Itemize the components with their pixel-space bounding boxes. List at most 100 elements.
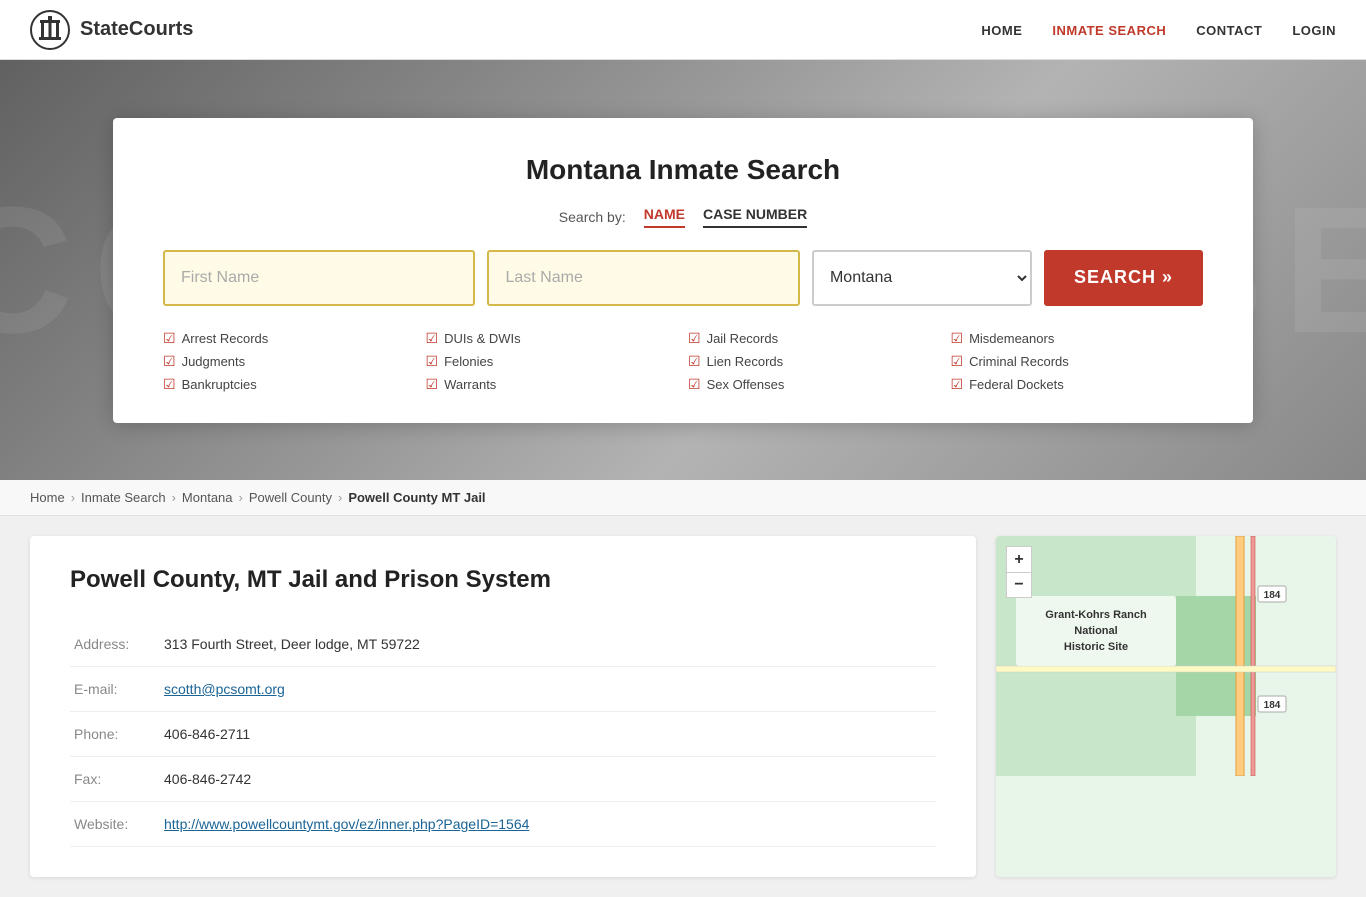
checkbox-lien-records: ☑ Lien Records — [688, 353, 941, 370]
breadcrumb-sep-4: › — [338, 490, 342, 505]
breadcrumb-montana[interactable]: Montana — [182, 490, 233, 505]
check-icon-sex-offenses: ☑ — [688, 376, 701, 393]
table-row-phone: Phone: 406-846-2711 — [70, 712, 936, 757]
checkbox-federal-dockets: ☑ Federal Dockets — [951, 376, 1204, 393]
label-website: Website: — [70, 802, 160, 847]
logo-text: StateCourts — [80, 18, 193, 41]
checkbox-label-jail: Jail Records — [707, 331, 779, 346]
check-icon-duis: ☑ — [426, 330, 439, 347]
search-by-row: Search by: NAME CASE NUMBER — [163, 206, 1203, 228]
checkbox-label-arrest: Arrest Records — [182, 331, 269, 346]
header: StateCourts HOME INMATE SEARCH CONTACT L… — [0, 0, 1366, 60]
checkbox-label-judgments: Judgments — [182, 354, 246, 369]
check-icon-misdemeanors: ☑ — [951, 330, 964, 347]
checkbox-label-felonies: Felonies — [444, 354, 493, 369]
search-card: Montana Inmate Search Search by: NAME CA… — [113, 118, 1253, 423]
map-controls: + − — [1006, 546, 1032, 598]
checkbox-label-bankruptcies: Bankruptcies — [182, 377, 257, 392]
email-link[interactable]: scotth@pcsomt.org — [164, 681, 285, 697]
map-area: 184 184 Grant-Kohrs Ranch National Histo… — [996, 536, 1336, 877]
checkbox-label-criminal: Criminal Records — [969, 354, 1069, 369]
value-fax: 406-846-2742 — [160, 757, 936, 802]
nav-inmate-search[interactable]: INMATE SEARCH — [1052, 23, 1166, 38]
nav-home[interactable]: HOME — [981, 23, 1022, 38]
checkbox-arrest-records: ☑ Arrest Records — [163, 330, 416, 347]
nav-login[interactable]: LOGIN — [1292, 23, 1336, 38]
checkbox-label-lien: Lien Records — [707, 354, 784, 369]
map-placeholder: 184 184 Grant-Kohrs Ranch National Histo… — [996, 536, 1336, 877]
main-nav: HOME INMATE SEARCH CONTACT LOGIN — [981, 22, 1336, 38]
svg-text:Historic Site: Historic Site — [1064, 641, 1128, 653]
checkboxes-area: ☑ Arrest Records ☑ DUIs & DWIs ☑ Jail Re… — [163, 330, 1203, 393]
breadcrumb-inmate-search[interactable]: Inmate Search — [81, 490, 166, 505]
logo-icon — [30, 10, 70, 50]
logo-area: StateCourts — [30, 10, 193, 50]
main-content: Powell County, MT Jail and Prison System… — [0, 516, 1366, 897]
info-table: Address: 313 Fourth Street, Deer lodge, … — [70, 622, 936, 847]
check-icon-criminal: ☑ — [951, 353, 964, 370]
search-card-title: Montana Inmate Search — [163, 154, 1203, 186]
label-fax: Fax: — [70, 757, 160, 802]
svg-text:Grant-Kohrs Ranch: Grant-Kohrs Ranch — [1045, 609, 1147, 621]
checkbox-misdemeanors: ☑ Misdemeanors — [951, 330, 1204, 347]
hero-section: COURTHOUSE Montana Inmate Search Search … — [0, 60, 1366, 480]
table-row-email: E-mail: scotth@pcsomt.org — [70, 667, 936, 712]
checkbox-felonies: ☑ Felonies — [426, 353, 679, 370]
checkbox-label-sex-offenses: Sex Offenses — [707, 377, 785, 392]
check-icon-bankruptcies: ☑ — [163, 376, 176, 393]
map-zoom-in[interactable]: + — [1006, 546, 1032, 572]
table-row-website: Website: http://www.powellcountymt.gov/e… — [70, 802, 936, 847]
checkbox-warrants: ☑ Warrants — [426, 376, 679, 393]
svg-text:National: National — [1074, 625, 1117, 637]
breadcrumb-powell-county[interactable]: Powell County — [249, 490, 332, 505]
check-icon-jail: ☑ — [688, 330, 701, 347]
first-name-input[interactable] — [163, 250, 475, 306]
label-email: E-mail: — [70, 667, 160, 712]
table-row-address: Address: 313 Fourth Street, Deer lodge, … — [70, 622, 936, 667]
svg-text:184: 184 — [1264, 590, 1281, 601]
value-phone: 406-846-2711 — [160, 712, 936, 757]
nav-contact[interactable]: CONTACT — [1196, 23, 1262, 38]
checkbox-bankruptcies: ☑ Bankruptcies — [163, 376, 416, 393]
svg-text:184: 184 — [1264, 700, 1281, 711]
checkbox-jail-records: ☑ Jail Records — [688, 330, 941, 347]
breadcrumb-sep-2: › — [172, 490, 176, 505]
state-select[interactable]: Montana Alabama Alaska Arizona Californi… — [812, 250, 1032, 306]
tab-name[interactable]: NAME — [644, 206, 685, 228]
search-button[interactable]: SEARCH » — [1044, 250, 1203, 306]
search-inputs-row: Montana Alabama Alaska Arizona Californi… — [163, 250, 1203, 306]
check-icon-federal: ☑ — [951, 376, 964, 393]
table-row-fax: Fax: 406-846-2742 — [70, 757, 936, 802]
map-zoom-out[interactable]: − — [1006, 572, 1032, 598]
value-address: 313 Fourth Street, Deer lodge, MT 59722 — [160, 622, 936, 667]
check-icon-judgments: ☑ — [163, 353, 176, 370]
value-website: http://www.powellcountymt.gov/ez/inner.p… — [160, 802, 936, 847]
checkbox-label-misdemeanors: Misdemeanors — [969, 331, 1054, 346]
map-svg: 184 184 Grant-Kohrs Ranch National Histo… — [996, 536, 1336, 776]
check-icon-lien: ☑ — [688, 353, 701, 370]
checkbox-label-federal: Federal Dockets — [969, 377, 1064, 392]
label-phone: Phone: — [70, 712, 160, 757]
breadcrumb: Home › Inmate Search › Montana › Powell … — [0, 480, 1366, 516]
check-icon-felonies: ☑ — [426, 353, 439, 370]
value-email: scotth@pcsomt.org — [160, 667, 936, 712]
checkbox-label-warrants: Warrants — [444, 377, 496, 392]
breadcrumb-sep-1: › — [71, 490, 75, 505]
content-title: Powell County, MT Jail and Prison System — [70, 566, 936, 594]
checkbox-duis-dwis: ☑ DUIs & DWIs — [426, 330, 679, 347]
checkbox-judgments: ☑ Judgments — [163, 353, 416, 370]
tab-case-number[interactable]: CASE NUMBER — [703, 206, 807, 228]
website-link[interactable]: http://www.powellcountymt.gov/ez/inner.p… — [164, 816, 529, 832]
checkbox-criminal-records: ☑ Criminal Records — [951, 353, 1204, 370]
breadcrumb-sep-3: › — [239, 490, 243, 505]
check-icon-arrest: ☑ — [163, 330, 176, 347]
checkbox-sex-offenses: ☑ Sex Offenses — [688, 376, 941, 393]
content-card: Powell County, MT Jail and Prison System… — [30, 536, 976, 877]
checkbox-label-duis: DUIs & DWIs — [444, 331, 521, 346]
check-icon-warrants: ☑ — [426, 376, 439, 393]
breadcrumb-current: Powell County MT Jail — [348, 490, 485, 505]
search-by-label: Search by: — [559, 209, 626, 225]
label-address: Address: — [70, 622, 160, 667]
last-name-input[interactable] — [487, 250, 799, 306]
breadcrumb-home[interactable]: Home — [30, 490, 65, 505]
